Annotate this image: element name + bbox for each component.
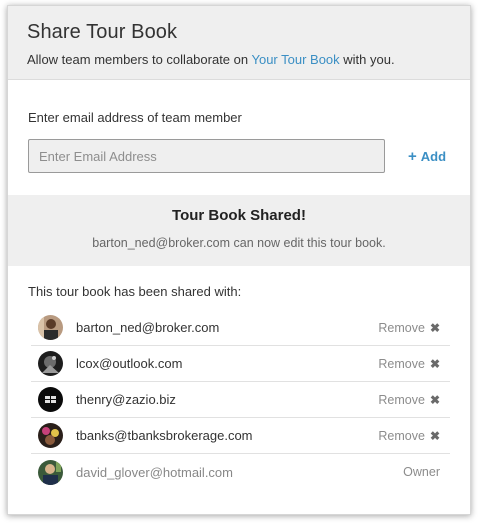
remove-label: Remove — [378, 320, 425, 335]
close-icon: ✖ — [429, 428, 440, 443]
avatar — [38, 315, 63, 340]
banner-message: barton_ned@broker.com can now edit this … — [92, 236, 386, 250]
remove-label: Remove — [378, 356, 425, 371]
remove-button[interactable]: Remove ✖ — [378, 321, 440, 335]
modal-title: Share Tour Book — [27, 21, 178, 43]
user-email: thenry@zazio.biz — [76, 392, 176, 407]
list-item: barton_ned@broker.com Remove ✖ — [31, 310, 450, 346]
close-icon: ✖ — [429, 320, 440, 335]
avatar — [38, 387, 63, 412]
banner-title: Tour Book Shared! — [172, 207, 306, 224]
subtitle-prefix: Allow team members to collaborate on — [27, 52, 252, 67]
share-tour-book-modal: Share Tour Book Allow team members to co… — [7, 5, 471, 515]
list-item: thenry@zazio.biz Remove ✖ — [31, 382, 450, 418]
owner-label: Owner — [403, 465, 440, 479]
close-icon: ✖ — [429, 356, 440, 371]
user-email: tbanks@tbanksbrokerage.com — [76, 428, 253, 443]
list-item: lcox@outlook.com Remove ✖ — [31, 346, 450, 382]
subtitle-suffix: with you. — [339, 52, 395, 67]
user-email: david_glover@hotmail.com — [76, 464, 233, 480]
email-row: + Add — [28, 139, 450, 173]
shared-confirmation-banner: Tour Book Shared! barton_ned@broker.com … — [8, 195, 470, 266]
add-button[interactable]: + Add — [408, 148, 446, 165]
your-tour-book-link[interactable]: Your Tour Book — [251, 52, 339, 67]
avatar — [38, 423, 63, 448]
remove-label: Remove — [378, 428, 425, 443]
avatar — [38, 459, 63, 485]
plus-icon: + — [408, 147, 417, 165]
email-input[interactable] — [28, 139, 385, 173]
user-email: barton_ned@broker.com — [76, 320, 220, 335]
shared-user-list: barton_ned@broker.com Remove ✖ lcox@outl… — [31, 310, 450, 490]
avatar — [38, 351, 63, 376]
user-email: lcox@outlook.com — [76, 356, 183, 371]
remove-button[interactable]: Remove ✖ — [378, 429, 440, 443]
list-item: tbanks@tbanksbrokerage.com Remove ✖ — [31, 418, 450, 454]
close-icon: ✖ — [429, 392, 440, 407]
remove-button[interactable]: Remove ✖ — [378, 357, 440, 371]
add-button-label: Add — [420, 148, 447, 164]
remove-label: Remove — [378, 392, 425, 407]
modal-header: Share Tour Book Allow team members to co… — [8, 6, 470, 80]
shared-with-section: This tour book has been shared with: bar… — [8, 266, 470, 490]
remove-button[interactable]: Remove ✖ — [378, 393, 440, 407]
shared-with-heading: This tour book has been shared with: — [28, 284, 242, 299]
list-item: david_glover@hotmail.com Owner — [31, 454, 450, 490]
modal-subtitle: Allow team members to collaborate on You… — [27, 52, 451, 67]
email-label: Enter email address of team member — [28, 110, 242, 125]
